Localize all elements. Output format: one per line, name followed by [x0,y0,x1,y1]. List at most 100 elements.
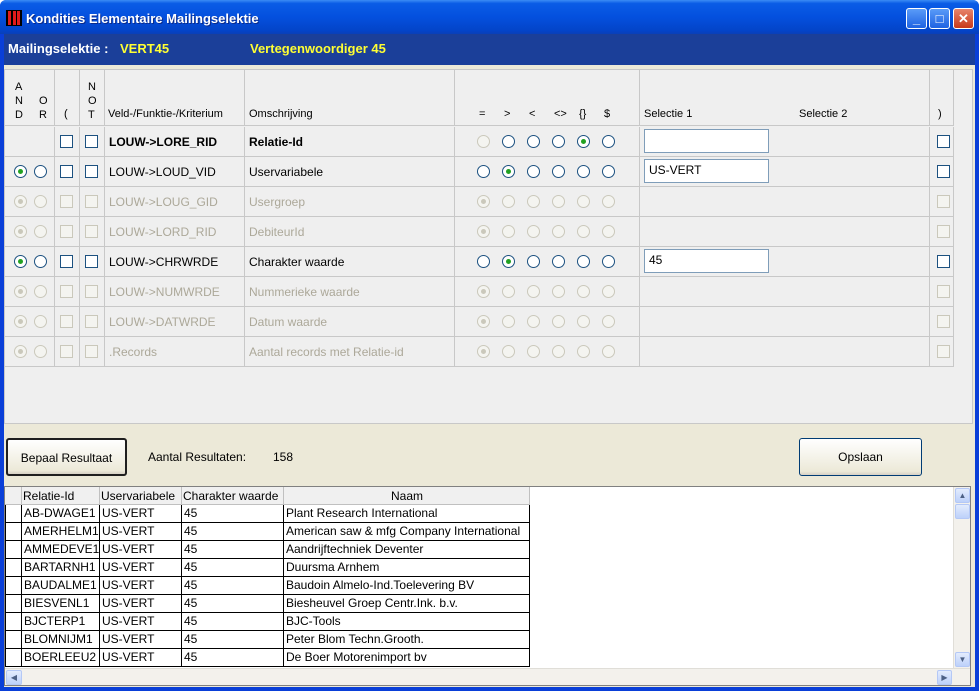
table-cell: American saw & mfg Company International [284,523,530,541]
table-row[interactable]: BOERLEEU2 US-VERT 45 De Boer Motorenimport … [5,649,955,667]
operator-radio[interactable] [602,165,615,178]
operator-radio[interactable] [527,135,540,148]
selectie1-input[interactable]: US-VERT [644,159,769,183]
criteria-field: LOUW->LORD_RID [109,225,217,239]
horizontal-scrollbar[interactable]: ◀ ▶ [5,668,970,685]
scroll-right-icon[interactable]: ▶ [937,670,952,685]
operator-radio [577,345,590,358]
col-header-naam[interactable]: Naam [284,487,530,505]
operator-radio[interactable] [602,255,615,268]
row-selector[interactable] [5,631,22,649]
operator-radio[interactable] [552,165,565,178]
table-cell: US-VERT [100,523,182,541]
and-radio[interactable] [14,255,27,268]
col-header-relatie-id[interactable]: Relatie-Id [22,487,100,505]
opslaan-button[interactable]: Opslaan [799,438,922,476]
operator-radio[interactable] [577,255,590,268]
row-selector[interactable] [5,613,22,631]
header-field: Veld-/Funktie-/Kriterium [105,70,245,126]
open-paren-checkbox[interactable] [60,255,73,268]
close-paren-checkbox[interactable] [937,255,950,268]
table-row[interactable]: AMMEDEVE1 US-VERT 45 Aandrijftechniek Deven… [5,541,955,559]
row-selector[interactable] [5,559,22,577]
close-button[interactable]: ✕ [953,8,974,29]
operator-radio[interactable] [477,165,490,178]
table-row[interactable]: BARTARNH1 US-VERT 45 Duursma Arnhem [5,559,955,577]
operator-radio [577,285,590,298]
header-op-5: $ [604,108,611,120]
row-selector[interactable] [5,505,22,523]
table-cell: BOERLEEU2 [22,649,100,667]
operator-radio[interactable] [577,165,590,178]
operator-radio[interactable] [502,135,515,148]
operator-radio [602,195,615,208]
bepaal-resultaat-button[interactable]: Bepaal Resultaat [6,438,127,476]
or-radio [34,225,47,238]
operator-radio [552,345,565,358]
operator-radio[interactable] [577,135,590,148]
not-checkbox [85,345,98,358]
operator-radio [602,225,615,238]
minimize-button[interactable]: _ [906,8,927,29]
operator-radio [527,225,540,238]
operator-radio[interactable] [602,135,615,148]
title-bar[interactable]: Kondities Elementaire Mailingselektie _ … [0,0,979,34]
table-cell: De Boer Motorenimport bv [284,649,530,667]
row-selector[interactable] [5,577,22,595]
not-checkbox[interactable] [85,135,98,148]
operator-radio[interactable] [477,255,490,268]
operator-radio [477,195,490,208]
header-and-or: A N D O R [5,70,55,126]
not-checkbox[interactable] [85,255,98,268]
row-selector[interactable] [5,523,22,541]
operator-radio[interactable] [552,135,565,148]
table-row[interactable]: BIESVENL1 US-VERT 45 Biesheuvel Groep Centr… [5,595,955,613]
operator-radio[interactable] [477,135,490,148]
open-paren-checkbox [60,345,73,358]
results-grid[interactable]: Relatie-Id Uservariabele Charakter waard… [4,486,971,686]
selectie1-input[interactable]: 45 [644,249,769,273]
criteria-row: LOUW->LORE_RID Relatie-Id [5,127,954,157]
table-row[interactable]: BLOMNIJM1 US-VERT 45 Peter Blom Techn.Groot… [5,631,955,649]
operator-radio [477,285,490,298]
not-checkbox [85,315,98,328]
scroll-left-icon[interactable]: ◀ [6,670,22,685]
selectie1-input[interactable] [644,129,769,153]
operator-radio[interactable] [552,255,565,268]
operator-radio[interactable] [502,165,515,178]
or-radio[interactable] [34,165,47,178]
row-selector[interactable] [5,541,22,559]
header-op-4: {} [579,108,587,120]
open-paren-checkbox [60,195,73,208]
vertical-scrollbar[interactable]: ▲ ▼ [953,487,970,669]
table-row[interactable]: BAUDALME1 US-VERT 45 Baudoin Almelo-Ind.Toe… [5,577,955,595]
open-paren-checkbox[interactable] [60,135,73,148]
operator-radio [527,195,540,208]
col-header-uservariabele[interactable]: Uservariabele [100,487,182,505]
row-selector[interactable] [5,649,22,667]
or-radio [34,285,47,298]
and-radio [14,195,27,208]
not-checkbox[interactable] [85,165,98,178]
operator-radio[interactable] [502,255,515,268]
table-row[interactable]: BJCTERP1 US-VERT 45 BJC-Tools [5,613,955,631]
close-paren-checkbox[interactable] [937,165,950,178]
operator-radio[interactable] [527,165,540,178]
close-paren-checkbox[interactable] [937,135,950,148]
row-selector[interactable] [5,595,22,613]
table-row[interactable]: AMERHELM1 US-VERT 45 American saw & mfg Com… [5,523,955,541]
col-header-charakter-waarde[interactable]: Charakter waarde [182,487,284,505]
open-paren-checkbox[interactable] [60,165,73,178]
and-radio [14,225,27,238]
table-cell: US-VERT [100,613,182,631]
scroll-down-icon[interactable]: ▼ [955,652,970,667]
and-radio[interactable] [14,165,27,178]
operator-radio [502,195,515,208]
table-row[interactable]: AB-DWAGE1 US-VERT 45 Plant Research Interna… [5,505,955,523]
scroll-thumb[interactable] [955,504,970,519]
maximize-button[interactable]: □ [929,8,950,29]
scroll-up-icon[interactable]: ▲ [955,488,970,503]
operator-radio[interactable] [527,255,540,268]
or-radio[interactable] [34,255,47,268]
header-op-0: = [479,108,486,120]
